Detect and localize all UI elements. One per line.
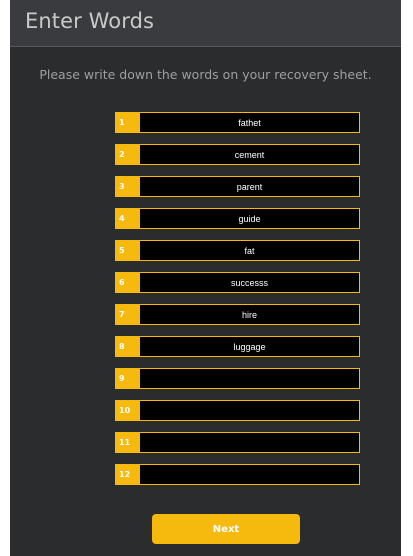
word-input-6[interactable]	[139, 272, 360, 293]
word-input-5[interactable]	[139, 240, 360, 261]
word-input-2[interactable]	[139, 144, 360, 165]
word-number-7: 7	[115, 304, 139, 325]
word-number-10: 10	[115, 400, 139, 421]
word-number-5: 5	[115, 240, 139, 261]
word-number-8: 8	[115, 336, 139, 357]
word-number-9: 9	[115, 368, 139, 389]
word-input-10[interactable]	[139, 400, 360, 421]
word-input-1[interactable]	[139, 112, 360, 133]
word-number-12: 12	[115, 464, 139, 485]
word-row-2: 2	[115, 144, 360, 165]
header-divider	[10, 46, 401, 47]
word-input-11[interactable]	[139, 432, 360, 453]
next-button[interactable]: Next	[152, 514, 300, 544]
word-input-9[interactable]	[139, 368, 360, 389]
word-row-11: 11	[115, 432, 360, 453]
word-number-2: 2	[115, 144, 139, 165]
word-input-3[interactable]	[139, 176, 360, 197]
recovery-panel: Enter Words Please write down the words …	[10, 0, 401, 556]
word-row-5: 5	[115, 240, 360, 261]
instruction-text: Please write down the words on your reco…	[39, 67, 372, 82]
word-row-10: 10	[115, 400, 360, 421]
word-row-6: 6	[115, 272, 360, 293]
word-row-4: 4	[115, 208, 360, 229]
word-row-12: 12	[115, 464, 360, 485]
word-row-9: 9	[115, 368, 360, 389]
page-title: Enter Words	[25, 9, 155, 33]
word-input-12[interactable]	[139, 464, 360, 485]
word-input-7[interactable]	[139, 304, 360, 325]
word-row-8: 8	[115, 336, 360, 357]
word-row-1: 1	[115, 112, 360, 133]
word-number-6: 6	[115, 272, 139, 293]
word-number-4: 4	[115, 208, 139, 229]
word-number-1: 1	[115, 112, 139, 133]
word-row-3: 3	[115, 176, 360, 197]
word-input-8[interactable]	[139, 336, 360, 357]
word-number-3: 3	[115, 176, 139, 197]
word-input-4[interactable]	[139, 208, 360, 229]
word-row-7: 7	[115, 304, 360, 325]
word-number-11: 11	[115, 432, 139, 453]
header-bar: Enter Words	[10, 0, 401, 46]
